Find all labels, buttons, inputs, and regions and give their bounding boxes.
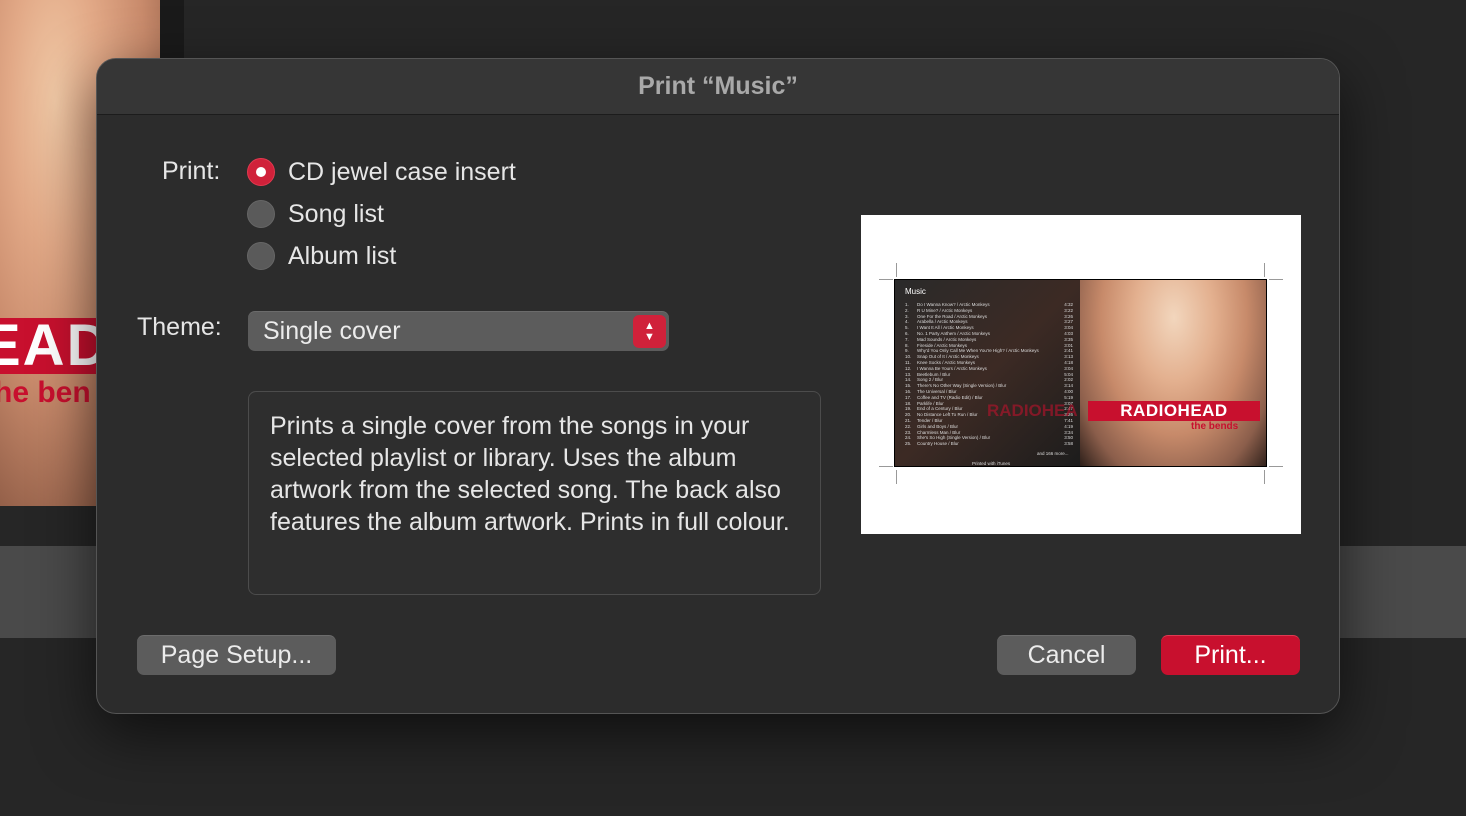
insert-band-ghost: RADIOHEAD	[987, 401, 1077, 420]
theme-select[interactable]: Single cover ▲ ▼	[248, 311, 669, 351]
print-dialog: Print “Music” Print: CD jewel case inser…	[96, 58, 1340, 714]
insert-front-artwork	[1080, 280, 1266, 466]
theme-label: Theme:	[137, 313, 222, 341]
print-label: Print:	[162, 157, 221, 185]
radio-label: Song list	[288, 199, 384, 228]
insert-band-name: RADIOHEAD	[1088, 401, 1260, 421]
radio-button[interactable]	[247, 200, 275, 228]
radio-label: CD jewel case insert	[288, 157, 516, 186]
insert-track-list: 1. Do I Wanna Know? / Arctic Monkeys 4:32 2…	[905, 302, 1073, 447]
track-duration: 3:58	[1064, 441, 1073, 447]
insert-printed-with: Printed with iTunes	[972, 461, 1011, 466]
cd-insert-preview: Music 1. Do I Wanna Know? / Arctic Monkey…	[894, 279, 1267, 467]
background-art-shadow	[160, 0, 184, 60]
radio-button-selected[interactable]	[247, 158, 275, 186]
print-button[interactable]: Print...	[1161, 635, 1300, 675]
background-toolbar-right	[1320, 546, 1466, 638]
track-title: Country House / Blur	[917, 441, 959, 447]
crop-mark	[879, 466, 893, 467]
radio-button[interactable]	[247, 242, 275, 270]
background-album-band-text: EAD	[0, 313, 111, 378]
radio-album-list[interactable]: Album list	[247, 239, 396, 273]
radio-label: Album list	[288, 241, 397, 270]
crop-mark	[1264, 263, 1265, 277]
crop-mark	[1264, 470, 1265, 484]
insert-title: Music	[905, 287, 926, 296]
track-number: 25.	[905, 441, 912, 447]
radio-cd-jewel-case[interactable]: CD jewel case insert	[247, 155, 516, 189]
background-album-subtitle: he ben	[0, 376, 91, 409]
theme-description: Prints a single cover from the songs in …	[248, 391, 821, 595]
cancel-button[interactable]: Cancel	[997, 635, 1136, 675]
crop-mark	[879, 279, 893, 280]
crop-mark	[1269, 466, 1283, 467]
crop-mark	[896, 263, 897, 277]
page-setup-button[interactable]: Page Setup...	[137, 635, 336, 675]
theme-select-value: Single cover	[263, 317, 401, 345]
updown-chevron-icon[interactable]: ▲ ▼	[633, 315, 666, 348]
crop-mark	[896, 470, 897, 484]
dialog-titlebar: Print “Music”	[97, 59, 1339, 115]
dialog-title: Print “Music”	[638, 72, 798, 100]
insert-more-text: and 166 more...	[1037, 451, 1069, 456]
print-preview: Music 1. Do I Wanna Know? / Arctic Monkey…	[861, 215, 1301, 534]
track-row: 25. Country House / Blur 3:58	[905, 441, 1073, 447]
insert-album-name: the bends	[1191, 421, 1239, 432]
crop-mark	[1269, 279, 1283, 280]
radio-song-list[interactable]: Song list	[247, 197, 384, 231]
